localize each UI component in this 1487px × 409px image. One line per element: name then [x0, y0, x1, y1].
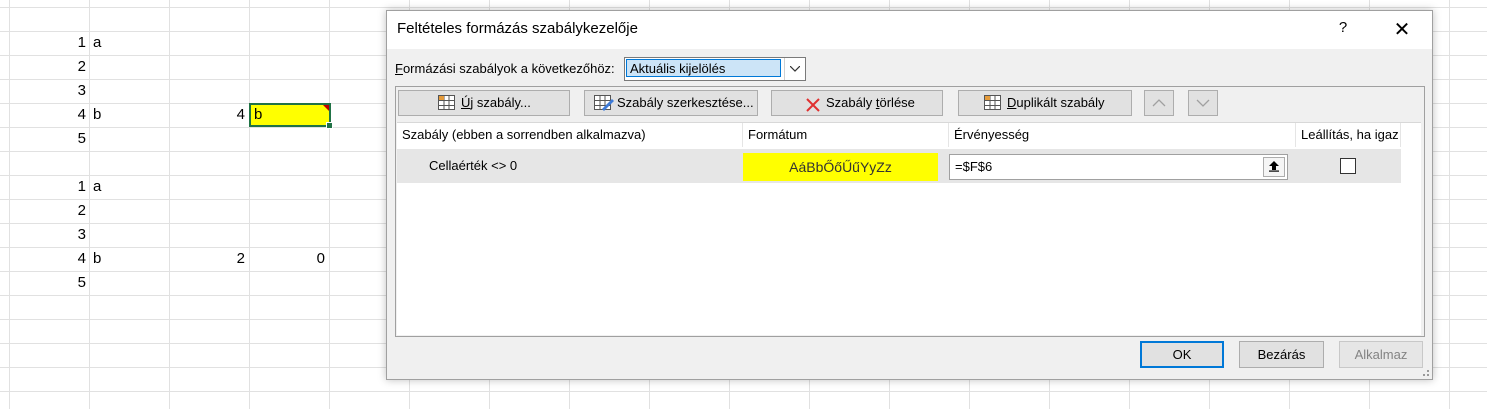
new-rule-accelerator: Ú	[461, 95, 471, 110]
dialog-titlebar[interactable]: Feltételes formázás szabálykezelője ? ✕	[387, 11, 1432, 49]
resize-grip-icon[interactable]	[1420, 367, 1430, 377]
cell-a1[interactable]: a	[93, 31, 101, 55]
edit-rule-button[interactable]: Szabály szerkesztése...	[584, 90, 758, 116]
new-rule-button[interactable]: Új szabály...	[398, 90, 570, 116]
rule-description: Cellaérték <> 0	[429, 158, 518, 173]
help-button[interactable]: ?	[1331, 19, 1355, 41]
row-num-4: 4	[77, 106, 86, 123]
cell-a4b[interactable]: b	[93, 247, 101, 271]
cell-a4[interactable]: b	[93, 103, 101, 127]
cell-d4b[interactable]: 0	[280, 247, 325, 271]
column-header-format[interactable]: Formátum	[743, 123, 949, 147]
applies-to-field[interactable]: =$F$6	[949, 154, 1288, 180]
rule-row[interactable]: Cellaérték <> 0 AáBbŐőŰűYyZz =$F$6	[397, 149, 1401, 183]
row-num-1: 1	[77, 34, 86, 51]
stop-if-true-checkbox[interactable]	[1340, 158, 1356, 174]
row-num-3: 3	[77, 82, 86, 99]
comment-indicator-icon	[323, 105, 329, 111]
close-button[interactable]: Bezárás	[1239, 341, 1324, 368]
duplicate-rule-label: uplikált szabály	[1016, 95, 1105, 110]
edit-rule-label: Szabály szerkesztése...	[617, 95, 754, 110]
edit-rule-icon	[594, 95, 614, 119]
row-num-5b: 5	[77, 274, 86, 291]
cell-c4b[interactable]: 2	[200, 247, 245, 271]
delete-x-icon	[806, 96, 820, 120]
show-rules-for-label: Formázási szabályok a következőhöz:	[395, 61, 615, 76]
fill-handle[interactable]	[326, 122, 333, 129]
chevron-down-icon	[1196, 99, 1210, 107]
ok-button[interactable]: OK	[1140, 341, 1224, 368]
dropdown-selected-value: Aktuális kijelölés	[626, 59, 781, 77]
format-preview: AáBbŐőŰűYyZz	[743, 153, 938, 181]
cell-c4[interactable]: 4	[200, 103, 245, 127]
move-up-button[interactable]	[1144, 90, 1174, 116]
collapse-arrow-icon	[1269, 161, 1279, 172]
row-num-5: 5	[77, 130, 86, 147]
selected-cell-f6[interactable]: b	[249, 103, 333, 129]
rules-list[interactable]: Szabály (ebben a sorrendben alkalmazva) …	[397, 122, 1421, 335]
chevron-up-icon	[1152, 99, 1166, 107]
show-rules-for-dropdown[interactable]: Aktuális kijelölés	[624, 57, 806, 81]
column-header-applies-to[interactable]: Érvényesség	[949, 123, 1296, 147]
column-header-stop-if-true[interactable]: Leállítás, ha igaz	[1296, 123, 1401, 147]
rules-panel: Új szabály... Szabály szerkesztése... Sz…	[395, 86, 1425, 337]
new-rule-icon	[438, 95, 456, 119]
duplicate-accelerator: D	[1007, 95, 1017, 110]
apply-button[interactable]: Alkalmaz	[1339, 341, 1423, 368]
cell-a1b[interactable]: a	[93, 175, 101, 199]
delete-rule-button[interactable]: Szabály törlése	[771, 90, 943, 116]
row-num-4b: 4	[77, 250, 86, 267]
selected-cell-value: b	[254, 106, 263, 123]
new-rule-label: j szabály...	[470, 95, 531, 110]
dialog-title: Feltételes formázás szabálykezelője	[397, 20, 638, 37]
conditional-formatting-rules-manager-dialog[interactable]: Feltételes formázás szabálykezelője ? ✕ …	[386, 10, 1433, 380]
move-down-button[interactable]	[1188, 90, 1218, 116]
row-num-2b: 2	[77, 202, 86, 219]
range-collapse-button[interactable]	[1263, 157, 1285, 177]
row-num-3b: 3	[77, 226, 86, 243]
applies-to-value: =$F$6	[955, 159, 993, 174]
duplicate-rule-icon	[984, 95, 1002, 119]
show-label-accelerator: F	[395, 61, 403, 76]
delete-rule-label-pre: Szabály	[826, 95, 876, 110]
row-num-1b: 1	[77, 178, 86, 195]
row-num-2: 2	[77, 58, 86, 75]
close-icon[interactable]: ✕	[1387, 17, 1417, 43]
column-header-rule[interactable]: Szabály (ebben a sorrendben alkalmazva)	[397, 123, 743, 147]
duplicate-rule-button[interactable]: Duplikált szabály	[958, 90, 1132, 116]
chevron-down-icon[interactable]	[784, 58, 805, 80]
show-label-text: ormázási szabályok a következőhöz:	[402, 61, 615, 76]
delete-rule-label-post: örlése	[879, 95, 915, 110]
